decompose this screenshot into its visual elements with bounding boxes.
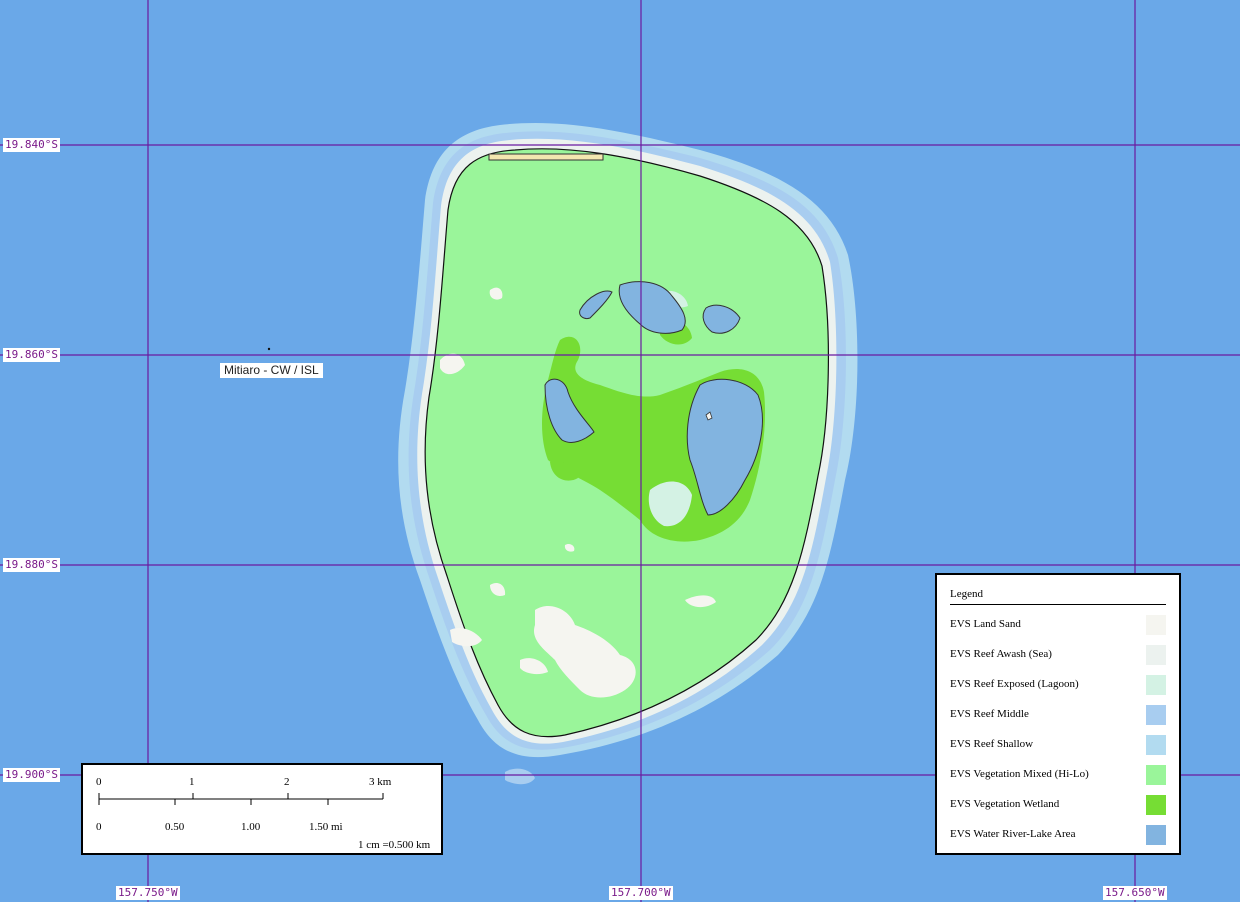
legend-item: EVS Water River-Lake Area: [950, 825, 1166, 845]
legend-item: EVS Reef Middle: [950, 705, 1166, 725]
scale-mi-0: 0: [96, 821, 102, 833]
legend-item-label: EVS Reef Middle: [950, 708, 1029, 720]
legend-swatch: [1146, 675, 1166, 695]
legend-item: EVS Vegetation Mixed (Hi-Lo): [950, 765, 1166, 785]
legend-swatch: [1146, 795, 1166, 815]
legend-swatch: [1146, 765, 1166, 785]
legend-item-label: EVS Water River-Lake Area: [950, 828, 1076, 840]
legend-swatch: [1146, 705, 1166, 725]
place-marker: [267, 347, 271, 351]
lon-label-2: 157.700°W: [609, 886, 673, 900]
legend-item-label: EVS Vegetation Wetland: [950, 798, 1060, 810]
scale-ratio: 1 cm =0.500 km: [358, 839, 431, 851]
legend-title: Legend: [950, 588, 983, 600]
scale-mi-3: 1.50 mi: [309, 821, 343, 833]
legend-item-label: EVS Vegetation Mixed (Hi-Lo): [950, 768, 1089, 780]
legend-item: EVS Vegetation Wetland: [950, 795, 1166, 815]
legend-swatch: [1146, 825, 1166, 845]
legend-item: EVS Land Sand: [950, 615, 1166, 635]
legend-item: EVS Reef Exposed (Lagoon): [950, 675, 1166, 695]
lat-label-1: 19.840°S: [3, 138, 60, 152]
legend-swatch: [1146, 735, 1166, 755]
lat-label-2: 19.860°S: [3, 348, 60, 362]
airstrip: [488, 153, 604, 161]
legend-item: EVS Reef Awash (Sea): [950, 645, 1166, 665]
scale-mi-2: 1.00: [241, 821, 261, 833]
lon-label-3: 157.650°W: [1103, 886, 1167, 900]
legend-item-label: EVS Reef Exposed (Lagoon): [950, 678, 1079, 690]
scale-mi-1: 0.50: [165, 821, 185, 833]
lat-label-3: 19.880°S: [3, 558, 60, 572]
legend-item: EVS Reef Shallow: [950, 735, 1166, 755]
legend-item-label: EVS Reef Awash (Sea): [950, 648, 1052, 660]
legend-swatch: [1146, 615, 1166, 635]
lat-label-4: 19.900°S: [3, 768, 60, 782]
lon-label-1: 157.750°W: [116, 886, 180, 900]
place-label[interactable]: Mitiaro - CW / ISL: [220, 363, 323, 378]
legend-swatch: [1146, 645, 1166, 665]
legend-item-label: EVS Land Sand: [950, 618, 1021, 630]
legend-item-label: EVS Reef Shallow: [950, 738, 1034, 750]
legend-panel: Legend EVS Land Sand EVS Reef Awash (Sea…: [935, 573, 1181, 855]
scale-bar: 0 1 2 3 km 0 0.50 1.00 1.50 mi 1 cm =0.5…: [81, 763, 443, 855]
legend-divider: [950, 604, 1166, 605]
